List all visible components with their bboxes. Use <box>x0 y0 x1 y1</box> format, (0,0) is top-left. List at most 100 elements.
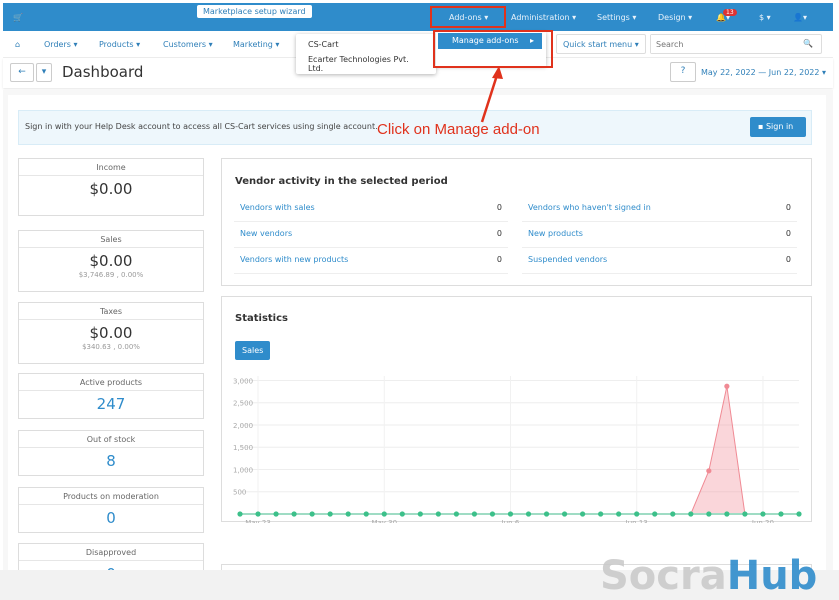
previous-data-point <box>525 511 532 517</box>
cart-icon[interactable]: 🛒 <box>13 13 23 22</box>
banner-text: Sign in with your Help Desk account to a… <box>25 122 378 131</box>
card-label: Active products <box>19 374 203 391</box>
user-icon[interactable]: 👤▾ <box>793 13 807 22</box>
nav-marketing[interactable]: Marketing ▾ <box>233 40 279 49</box>
menu-administration[interactable]: Administration ▾ <box>511 13 576 22</box>
previous-data-point <box>381 511 387 517</box>
card-label: Taxes <box>19 303 203 320</box>
nav-products[interactable]: Products ▾ <box>99 40 140 49</box>
currency-menu[interactable]: $ ▾ <box>759 13 771 22</box>
help-icon[interactable]: ? <box>670 62 696 82</box>
card-value: $0.00 <box>89 180 133 198</box>
statistics-panel: Statistics Sales 500 1,000 1,500 2,000 2,500… <box>221 296 812 523</box>
stat-card: Out of stock 8 <box>18 430 204 476</box>
previous-data-point <box>471 511 478 517</box>
previous-data-point <box>670 511 676 517</box>
vendor-option[interactable]: Ecarter Technologies Pvt. Ltd. <box>296 49 436 73</box>
date-range-picker[interactable]: May 22, 2022 — Jun 22, 2022 ▾ <box>701 68 826 77</box>
sales-chart: 500 1,000 1,500 2,000 2,500 3,000 May 23 May 30… <box>233 376 802 523</box>
search-input[interactable] <box>651 35 791 53</box>
label: Sign in <box>765 122 794 131</box>
stat-card: Taxes $0.00 $340.63 , 0.00% <box>18 302 204 364</box>
vendor-dropdown: CS-Cart Ecarter Technologies Pvt. Ltd. <box>296 34 436 74</box>
label: Design <box>658 13 686 22</box>
highlight-manage <box>433 30 553 68</box>
card-label: Sales <box>19 231 203 248</box>
page-title: Dashboard <box>62 63 144 81</box>
y-tick-label: 3,000 <box>233 377 253 385</box>
back-button[interactable]: ← <box>10 63 34 82</box>
panel-title: Vendor activity in the selected period <box>235 176 448 187</box>
previous-data-point <box>363 511 369 517</box>
previous-data-point <box>507 511 514 517</box>
notification-badge: 13 <box>723 9 737 16</box>
stat-card: Active products 247 <box>18 373 204 419</box>
menu-design[interactable]: Design ▾ <box>658 13 692 22</box>
nav-customers[interactable]: Customers ▾ <box>163 40 213 49</box>
card-value[interactable]: 247 <box>19 391 203 413</box>
row-value: 0 <box>496 203 502 212</box>
x-tick-label: May 30 <box>371 519 397 523</box>
quick-start-menu[interactable]: Quick start menu ▾ <box>556 34 646 54</box>
tab-sales[interactable]: Sales <box>235 341 271 360</box>
search-icon[interactable]: 🔍 <box>803 39 813 48</box>
previous-data-point <box>417 511 423 517</box>
previous-data-point <box>399 511 405 517</box>
row-label: New vendors <box>240 229 293 238</box>
annotation-text: Click on Manage add-on <box>377 121 540 138</box>
row-value: 0 <box>496 255 502 264</box>
card-subvalue: $3,746.89 , 0.00% <box>78 271 144 279</box>
vendor-activity-row[interactable]: Vendors who haven't signed in 0 <box>522 197 797 222</box>
vendor-activity-row[interactable]: New vendors 0 <box>234 223 508 248</box>
back-dropdown-button[interactable]: ▾ <box>36 63 52 82</box>
current-data-point <box>706 468 712 474</box>
previous-data-point <box>543 511 550 517</box>
row-value: 0 <box>496 229 502 238</box>
vendor-option[interactable]: CS-Cart <box>296 34 436 49</box>
card-label: Products on moderation <box>19 488 203 505</box>
previous-data-point <box>742 511 748 517</box>
previous-data-point <box>580 511 586 517</box>
marketplace-wizard-button[interactable]: Marketplace setup wizard <box>197 5 312 18</box>
highlight-addons <box>430 6 506 28</box>
y-tick-label: 500 <box>233 489 246 497</box>
menu-settings[interactable]: Settings ▾ <box>597 13 636 22</box>
label: May 22, 2022 — Jun 22, 2022 <box>701 68 820 77</box>
card-subvalue: $340.63 , 0.00% <box>82 343 140 351</box>
label: Settings <box>597 13 630 22</box>
previous-data-point <box>616 511 622 517</box>
previous-data-point <box>652 511 658 517</box>
stat-card: Income $0.00 <box>18 158 204 216</box>
y-tick-label: 1,500 <box>233 444 253 452</box>
label: Marketing <box>233 40 273 49</box>
sign-in-button[interactable]: ▪ Sign in <box>750 117 806 137</box>
search-box: 🔍 <box>650 34 822 54</box>
previous-data-point <box>273 511 279 517</box>
vendor-activity-row[interactable]: Vendors with new products 0 <box>234 249 508 274</box>
row-label: Vendors who haven't signed in <box>528 203 651 212</box>
row-value: 0 <box>785 203 791 212</box>
label: Customers <box>163 40 207 49</box>
row-value: 0 <box>785 255 791 264</box>
previous-data-point <box>706 511 712 517</box>
previous-data-point <box>724 511 730 517</box>
previous-data-point <box>327 511 333 517</box>
nav-orders[interactable]: Orders ▾ <box>44 40 77 49</box>
panel-title: Statistics <box>235 313 288 324</box>
vendor-activity-row[interactable]: Suspended vendors 0 <box>522 249 797 274</box>
card-value[interactable]: 0 <box>19 505 203 527</box>
previous-data-point <box>291 511 297 517</box>
vendor-activity-row[interactable]: Vendors with sales 0 <box>234 197 508 222</box>
card-label: Disapproved <box>19 544 203 561</box>
previous-data-point <box>634 511 640 517</box>
card-label: Income <box>19 159 203 176</box>
y-tick-label: 2,000 <box>233 422 253 430</box>
home-icon[interactable]: ⌂ <box>15 40 20 49</box>
annotation-arrow <box>480 66 503 123</box>
row-label: New products <box>528 229 583 238</box>
card-value[interactable]: 8 <box>19 448 203 470</box>
watermark-logo: SocraHub <box>600 553 818 599</box>
vendor-activity-row[interactable]: New products 0 <box>522 223 797 248</box>
card-value: $0.00 <box>89 324 133 342</box>
label: Administration <box>511 13 570 22</box>
